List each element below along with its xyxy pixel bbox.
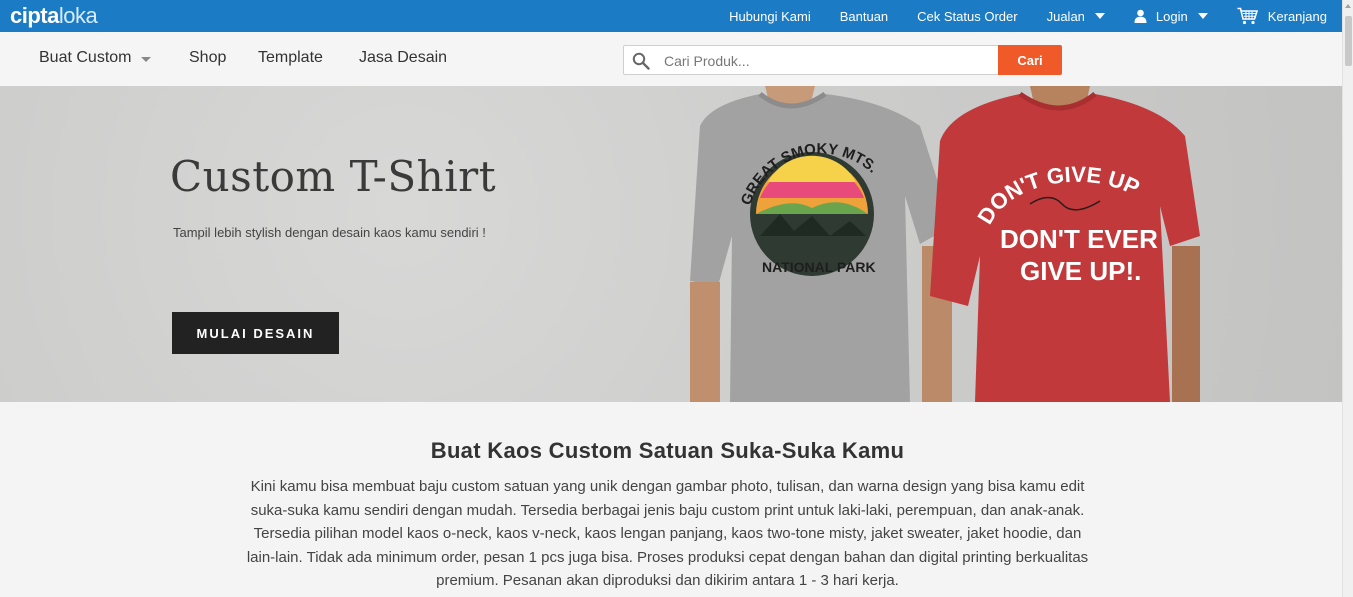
nav-template[interactable]: Template <box>258 49 323 67</box>
hero-banner: Custom T-Shirt Tampil lebih stylish deng… <box>0 86 1342 402</box>
shirt2-line3: GIVE UP!. <box>1020 256 1141 286</box>
search-input[interactable] <box>664 50 984 72</box>
link-hubungi-kami[interactable]: Hubungi Kami <box>729 9 811 24</box>
section-body: Kini kamu bisa membuat baju custom satua… <box>246 478 1089 589</box>
page: ciptaloka Hubungi Kami Bantuan Cek Statu… <box>0 0 1353 597</box>
top-links: Hubungi Kami Bantuan Cek Status Order Ju… <box>700 0 1327 32</box>
login-dropdown[interactable]: Login <box>1134 9 1208 24</box>
link-bantuan[interactable]: Bantuan <box>840 9 888 24</box>
caret-down-icon <box>1197 13 1208 19</box>
mulai-desain-button[interactable]: MULAI DESAIN <box>172 312 339 354</box>
nav-jasa-desain[interactable]: Jasa Desain <box>359 49 447 67</box>
intro-section: Buat Kaos Custom Satuan Suka-Suka Kamu K… <box>0 402 1342 597</box>
jualan-dropdown[interactable]: Jualan <box>1047 9 1105 24</box>
link-cek-status-order[interactable]: Cek Status Order <box>917 9 1017 24</box>
caret-down-icon <box>1094 13 1105 19</box>
search-icon <box>632 52 650 70</box>
shirt1-line2: NATIONAL PARK <box>762 259 876 275</box>
search-box <box>623 45 999 75</box>
user-icon <box>1134 9 1147 23</box>
hero-title: Custom T-Shirt <box>170 152 497 201</box>
cart-label: Keranjang <box>1267 8 1327 24</box>
logo[interactable]: ciptaloka <box>10 3 98 29</box>
grey-shirt-figure: GREAT SMOKY MTS. NATIONAL PARK <box>690 86 952 402</box>
page-scrollbar[interactable] <box>1342 0 1353 597</box>
logo-text-bold: cipta <box>10 3 59 28</box>
hero-subtitle: Tampil lebih stylish dengan desain kaos … <box>173 225 486 240</box>
red-shirt-figure: DON'T GIVE UP DON'T EVER GIVE UP!. <box>930 86 1200 402</box>
scroll-up-arrow-icon[interactable] <box>1345 4 1351 8</box>
logo-text-thin: loka <box>58 3 98 28</box>
nav-shop[interactable]: Shop <box>189 49 226 67</box>
nav-buat-custom-label: Buat Custom <box>39 49 132 66</box>
nav-buat-custom[interactable]: Buat Custom <box>39 49 152 67</box>
caret-down-icon <box>141 56 152 62</box>
jualan-label: Jualan <box>1046 8 1085 24</box>
scroll-thumb[interactable] <box>1345 16 1352 66</box>
hero-tshirt-image: GREAT SMOKY MTS. NATIONAL PARK DON'T GIV… <box>690 86 1200 402</box>
login-label: Login <box>1155 8 1188 24</box>
nav-bar: Buat Custom Shop Template Jasa Desain Ca… <box>0 32 1342 86</box>
cart-link[interactable]: Keranjang <box>1237 7 1327 25</box>
shirt2-line2: DON'T EVER <box>1000 224 1158 254</box>
top-bar: ciptaloka Hubungi Kami Bantuan Cek Statu… <box>0 0 1342 32</box>
search-button[interactable]: Cari <box>998 45 1062 75</box>
cart-icon <box>1237 7 1258 25</box>
section-title: Buat Kaos Custom Satuan Suka-Suka Kamu <box>430 438 905 463</box>
